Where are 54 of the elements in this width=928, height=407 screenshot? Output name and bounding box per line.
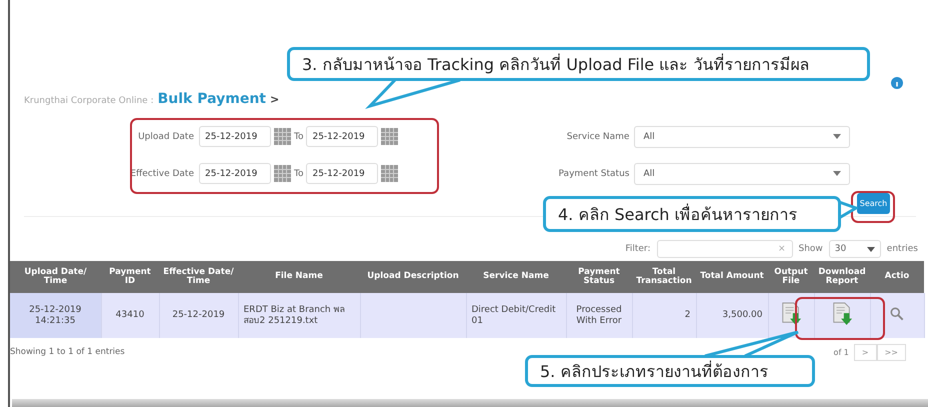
column-header[interactable]: Total Transaction [632, 261, 696, 293]
column-header[interactable]: Actio [870, 261, 924, 293]
table-cell: 25-12-2019 [159, 293, 238, 338]
page-count: of 1 [832, 348, 850, 356]
search-icon[interactable] [890, 306, 904, 321]
column-header[interactable]: Output File [768, 261, 814, 293]
field-label: Service Name [566, 132, 630, 142]
breadcrumb-separator: > [270, 93, 280, 106]
date-field[interactable]: 25-12-2019 [306, 126, 378, 147]
date-field[interactable]: 25-12-2019 [199, 126, 271, 147]
to-label: To [294, 132, 304, 142]
field-label: Payment Status [558, 168, 630, 178]
column-header[interactable]: Payment ID [101, 261, 159, 293]
dropdown-field[interactable]: All [634, 162, 850, 184]
column-header[interactable]: Payment Status [566, 261, 632, 293]
column-header[interactable]: Total Amount [696, 261, 768, 293]
dropdown-field[interactable]: All [634, 126, 850, 148]
search-button[interactable]: Search [857, 193, 890, 214]
caret-icon [866, 246, 875, 252]
column-header[interactable]: Effective Date/ Time [159, 261, 238, 293]
field-label: Effective Date [129, 168, 194, 178]
date-field[interactable]: 25-12-2019 [306, 163, 378, 184]
column-header[interactable]: Upload Description [360, 261, 466, 293]
field-label: Upload Date [137, 132, 194, 142]
table-cell: 2 [632, 293, 696, 338]
table-cell: 43410 [101, 293, 159, 338]
info-icon[interactable] [891, 77, 903, 89]
calendar-icon[interactable] [381, 128, 398, 145]
table-cell: ERDT Biz at Branch พลสอบ2 251219.txt [238, 293, 360, 338]
caret-icon [833, 171, 842, 176]
calendar-icon[interactable] [381, 165, 398, 182]
calendar-icon[interactable] [274, 128, 291, 145]
caret-icon [833, 134, 842, 139]
filter-label: Filter: [625, 244, 650, 254]
show-label: Show [798, 244, 823, 254]
table-cell: Direct Debit/Credit 01 [466, 293, 566, 338]
column-header[interactable]: Upload Date/ Time [10, 261, 101, 293]
date-field[interactable]: 25-12-2019 [199, 163, 271, 184]
column-header[interactable]: Service Name [466, 261, 566, 293]
pager-button[interactable]: >> [876, 344, 906, 360]
pager-button[interactable]: > [854, 344, 877, 360]
calendar-icon[interactable] [274, 165, 291, 182]
entries-label: entries [886, 244, 918, 254]
file-download-icon[interactable] [831, 302, 853, 326]
table-cell: Processed With Error [566, 293, 632, 338]
breadcrumb-site: Krungthai Corporate Online : [24, 96, 154, 106]
column-header[interactable]: Download Report [814, 261, 870, 293]
column-header[interactable]: File Name [238, 261, 360, 293]
table-cell: 25-12-2019 14:21:35 [10, 293, 101, 338]
table-cell: 3,500.00 [696, 293, 768, 338]
page-size-dropdown[interactable]: 30 [828, 240, 881, 258]
to-label: To [294, 168, 304, 178]
breadcrumb-page[interactable]: Bulk Payment [158, 91, 266, 107]
entries-summary: Showing 1 to 1 of 1 entries [10, 347, 125, 357]
